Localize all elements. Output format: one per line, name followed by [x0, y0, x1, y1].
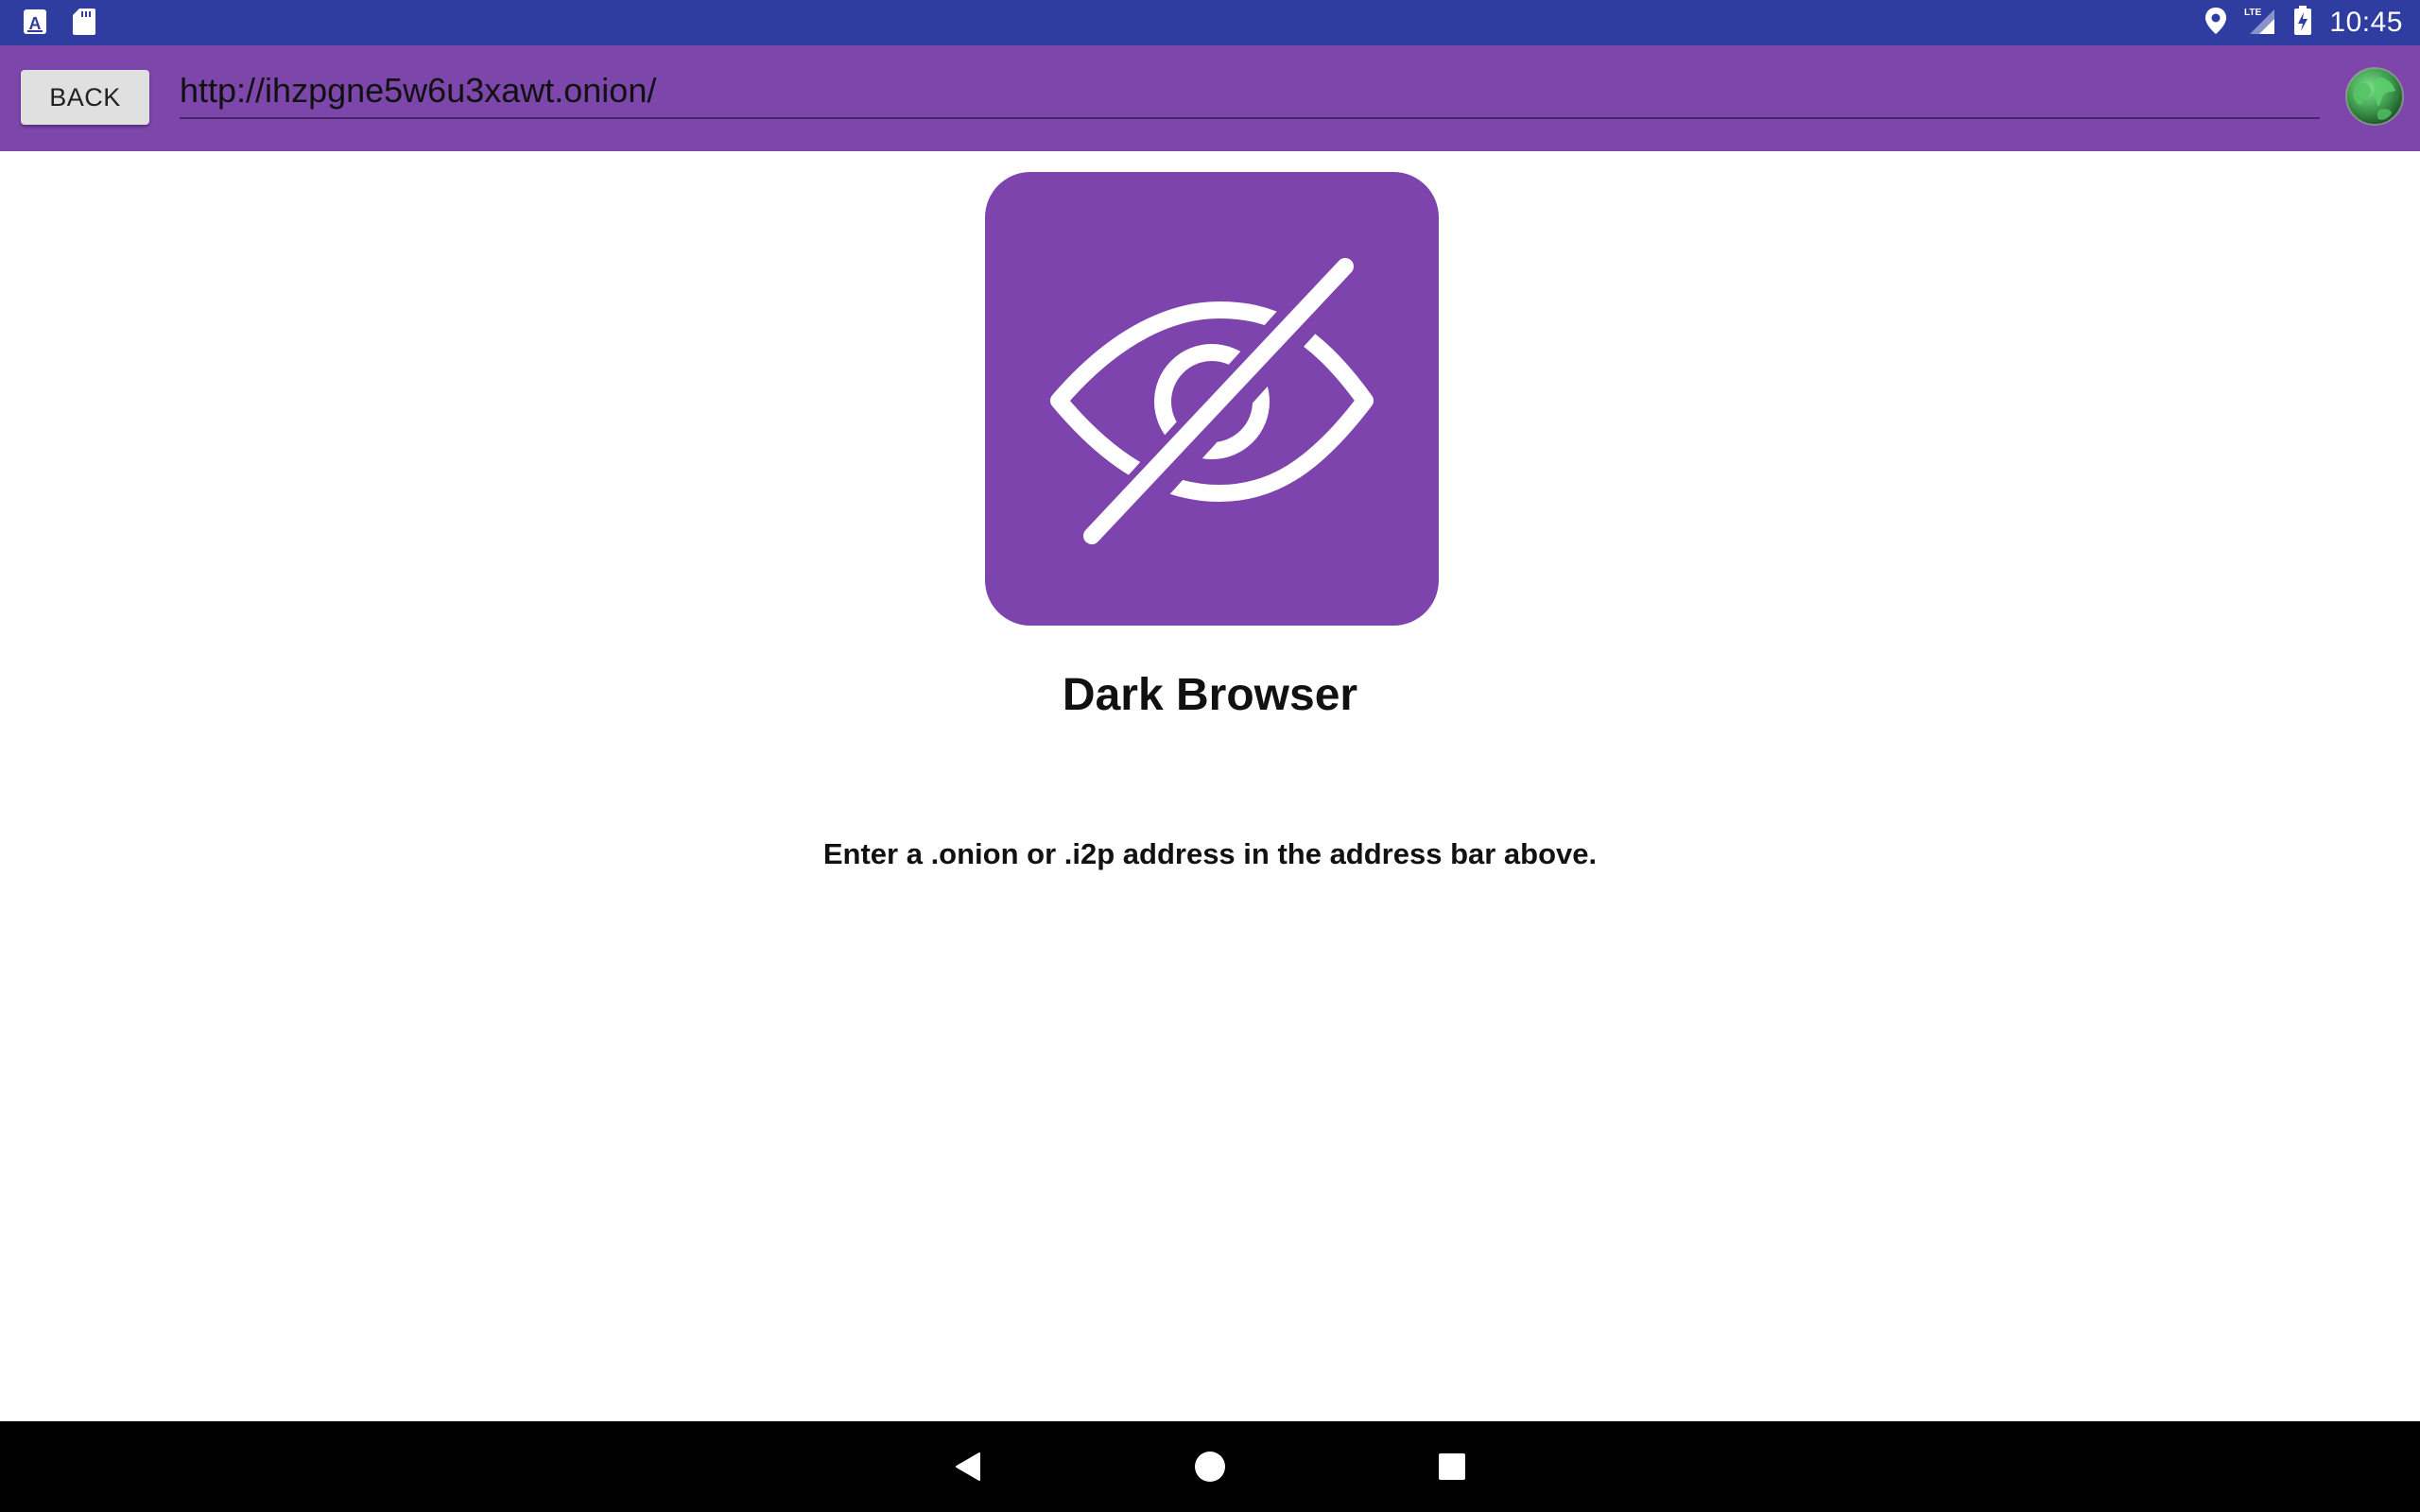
- sd-card-icon: [72, 8, 96, 41]
- clock: 10:45: [2329, 7, 2403, 38]
- nav-bar: [0, 1421, 2420, 1512]
- battery-charging-icon: [2293, 5, 2312, 41]
- lte-label: LTE: [2244, 8, 2261, 18]
- location-icon: [2204, 7, 2227, 40]
- status-bar: A LTE 10:45: [0, 0, 2420, 45]
- recents-square-icon[interactable]: [1429, 1444, 1475, 1489]
- eye-off-icon: [1050, 235, 1377, 562]
- globe-icon[interactable]: [2344, 66, 2405, 127]
- lte-signal-icon: LTE: [2244, 6, 2276, 41]
- toolbar: BACK: [0, 45, 2420, 151]
- address-bar[interactable]: [180, 64, 2320, 119]
- keyboard-a-icon: A: [23, 9, 47, 40]
- app-logo: [985, 172, 1439, 626]
- back-triangle-icon[interactable]: [945, 1444, 991, 1489]
- app-title: Dark Browser: [1062, 670, 1358, 720]
- main-content: Dark Browser Enter a .onion or .i2p addr…: [0, 151, 2420, 1421]
- home-circle-icon[interactable]: [1187, 1444, 1233, 1489]
- hint-text: Enter a .onion or .i2p address in the ad…: [822, 837, 1598, 870]
- status-right-icons: LTE 10:45: [2204, 0, 2403, 45]
- back-button[interactable]: BACK: [21, 70, 149, 125]
- url-input[interactable]: [180, 64, 2320, 117]
- status-left-icons: A: [23, 8, 96, 41]
